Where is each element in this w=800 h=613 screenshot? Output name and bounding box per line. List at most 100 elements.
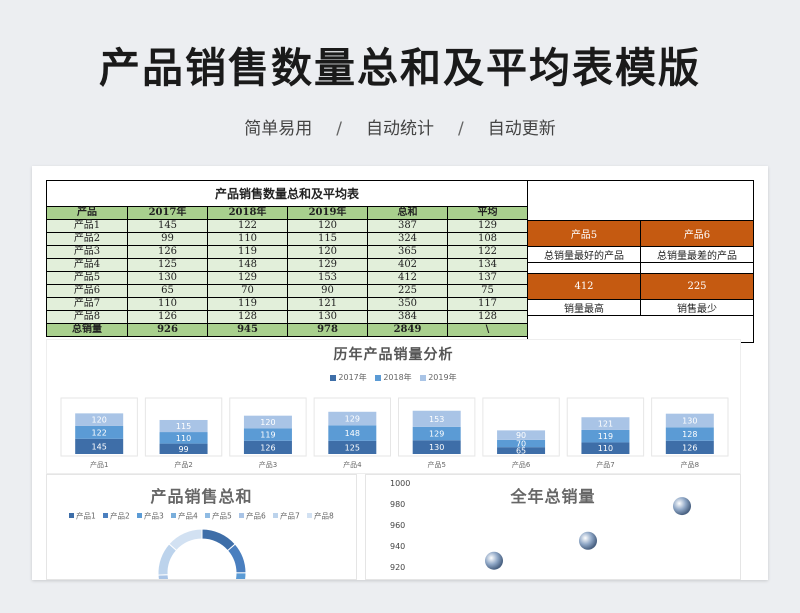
- table-cell: 225: [367, 284, 448, 298]
- min-label: 销售最少: [640, 299, 754, 316]
- col-header: 平均: [447, 206, 528, 220]
- table-cell: 125: [127, 258, 208, 272]
- table-cell: 120: [287, 219, 368, 233]
- donut-chart-panel: 产品销售总和 产品1 产品2 产品3 产品4 产品5 产品6 产品7 产品8: [46, 474, 357, 580]
- bar-chart: 145 122 120 产品1 99 110 115 产品2 126 119 120 产品3 125 14…: [60, 397, 729, 469]
- table-cell: 2849: [367, 323, 448, 337]
- table-cell: 119: [207, 297, 288, 311]
- table-cell: 115: [287, 232, 368, 246]
- table-cell: 65: [127, 284, 208, 298]
- bar-value-label: 148: [345, 429, 360, 438]
- bar-value-label: 121: [598, 420, 613, 429]
- table-cell: 129: [207, 271, 288, 285]
- table-cell: 126: [127, 245, 208, 259]
- table-cell: 148: [207, 258, 288, 272]
- bar-value-label: 125: [345, 443, 360, 452]
- table-cell: 402: [367, 258, 448, 272]
- legend-label: 产品7: [280, 511, 300, 521]
- table-cell: 128: [207, 310, 288, 324]
- col-header: 2017年: [127, 206, 208, 220]
- page-title: 产品销售数量总和及平均表模版: [99, 44, 701, 92]
- table-cell: 产品5: [46, 271, 128, 285]
- scatter-chart: 1000 980 960 940 920: [390, 479, 691, 572]
- tag-easy: 简单易用: [244, 119, 313, 139]
- table-row: 产品1 145 122 120 387 129: [46, 219, 528, 233]
- table-cell: 产品7: [46, 297, 128, 311]
- bar-category-label: 产品8: [681, 460, 699, 469]
- legend-swatch: [137, 513, 142, 518]
- table-cell: \: [447, 323, 528, 337]
- table-cell: 134: [447, 258, 528, 272]
- y-tick-label: 980: [390, 500, 405, 509]
- table-cell: 384: [367, 310, 448, 324]
- legend-label: 产品3: [144, 511, 164, 521]
- table-cell: 110: [207, 232, 288, 246]
- table-cell: 70: [207, 284, 288, 298]
- y-tick-label: 960: [390, 521, 405, 530]
- table-cell: 137: [447, 271, 528, 285]
- tagline: 简单易用 / 自动统计 / 自动更新: [0, 114, 800, 139]
- bar-value-label: 120: [260, 418, 275, 427]
- donut-slice: [201, 528, 236, 552]
- legend-label: 产品4: [178, 511, 198, 521]
- col-header: 总和: [367, 206, 448, 220]
- col-header: 产品: [46, 206, 128, 220]
- table-cell: 129: [287, 258, 368, 272]
- max-value-cell: 412: [527, 273, 641, 300]
- bar-value-label: 90: [516, 431, 526, 440]
- bar-value-label: 115: [176, 422, 191, 431]
- y-tick-label: 920: [390, 563, 405, 572]
- min-value-cell: 225: [640, 273, 754, 300]
- bar-value-label: 110: [598, 444, 613, 453]
- col-header: 2018年: [207, 206, 288, 220]
- table-cell: 119: [207, 245, 288, 259]
- scatter-chart-panel: 全年总销量 1000 980 960 940 920: [365, 474, 741, 580]
- table-cell: 122: [207, 219, 288, 233]
- summary-block: 产品5 产品6 总销量最好的产品 总销量最差的产品 412 225 销量最高 销…: [527, 180, 754, 343]
- bar-value-label: 120: [92, 416, 107, 425]
- best-product-cell: 产品5: [527, 220, 641, 247]
- donut-slice: [168, 528, 203, 552]
- table-cell: 130: [127, 271, 208, 285]
- table-cell: 产品1: [46, 219, 128, 233]
- table-header-row: 产品 2017年 2018年 2019年 总和 平均: [46, 206, 528, 220]
- bar-value-label: 70: [516, 440, 526, 449]
- table-cell: 130: [287, 310, 368, 324]
- bar-value-label: 99: [178, 445, 188, 454]
- total-row: 总销量 926 945 978 2849 \: [46, 323, 528, 337]
- table-row: 产品7 110 119 121 350 117: [46, 297, 528, 311]
- bar-category-label: 产品5: [427, 460, 445, 469]
- bar-chart-panel: 历年产品销量分析 2017年 2018年 2019年 145 122 120 产品1 9…: [46, 339, 741, 474]
- bar-value-label: 153: [429, 415, 444, 424]
- scatter-point: [579, 531, 597, 550]
- legend-swatch: [307, 513, 312, 518]
- max-label: 销量最高: [527, 299, 641, 316]
- y-tick-label: 940: [390, 542, 405, 551]
- bar-value-label: 119: [598, 432, 613, 441]
- spreadsheet-preview: 产品销售数量总和及平均表 产品 2017年 2018年 2019年 总和 平均 …: [32, 166, 768, 580]
- legend-swatch: [69, 513, 74, 518]
- table-cell: 926: [127, 323, 208, 337]
- donut-chart: 产品1 产品2 产品3 产品4 产品5 产品6 产品7 产品8: [69, 511, 334, 579]
- bar-value-label: 119: [260, 431, 275, 440]
- table-cell: 108: [447, 232, 528, 246]
- table-cell: 387: [367, 219, 448, 233]
- legend-label: 产品5: [212, 511, 232, 521]
- scatter-point: [485, 551, 503, 570]
- summary-spacer: [527, 262, 641, 274]
- sales-table: 产品销售数量总和及平均表 产品 2017年 2018年 2019年 总和 平均 …: [46, 180, 528, 337]
- bar-value-label: 110: [176, 434, 191, 443]
- table-cell: 978: [287, 323, 368, 337]
- worst-label: 总销量最差的产品: [640, 246, 754, 263]
- tag-separator: /: [336, 119, 342, 139]
- table-cell: 117: [447, 297, 528, 311]
- bar-value-label: 129: [429, 430, 444, 439]
- table-cell: 129: [447, 219, 528, 233]
- bar-category-label: 产品4: [343, 460, 362, 469]
- bar-value-label: 130: [682, 417, 697, 426]
- table-cell: 产品8: [46, 310, 128, 324]
- table-cell: 产品4: [46, 258, 128, 272]
- legend-label: 产品2: [110, 511, 130, 521]
- table-cell: 120: [287, 245, 368, 259]
- table-cell: 945: [207, 323, 288, 337]
